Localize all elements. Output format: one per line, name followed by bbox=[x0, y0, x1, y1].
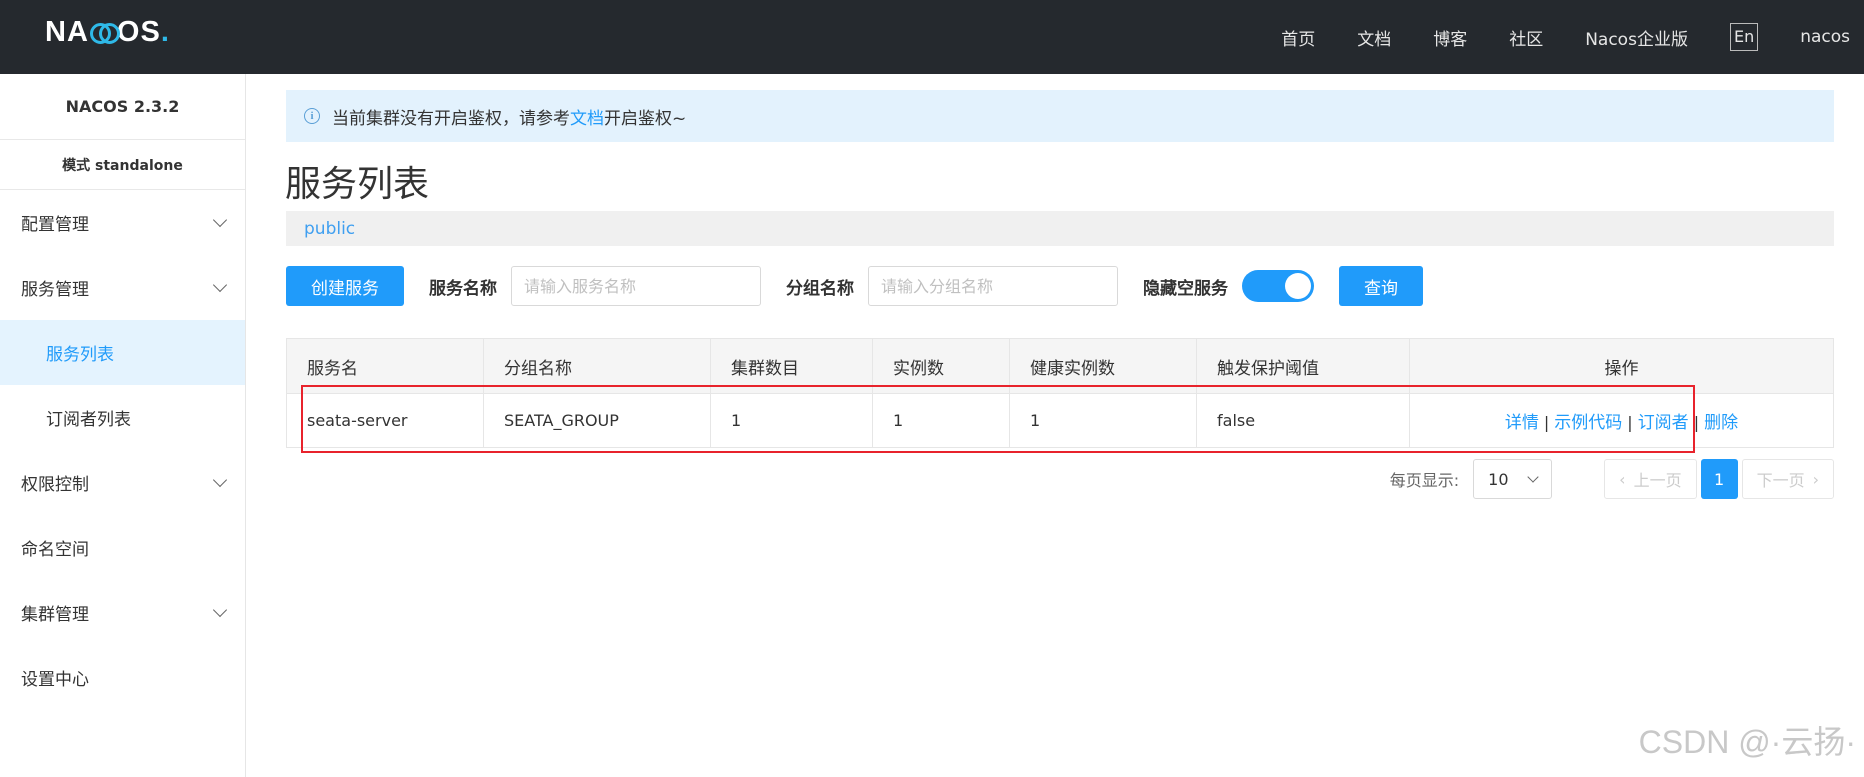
sidebar-item-label: 服务管理 bbox=[21, 280, 89, 300]
chevron-left-icon: ‹ bbox=[1619, 469, 1626, 489]
sidebar-item-cluster[interactable]: 集群管理 bbox=[0, 580, 245, 645]
watermark: CSDN @·云扬· bbox=[1638, 724, 1856, 760]
nav-community[interactable]: 社区 bbox=[1509, 25, 1543, 50]
sidebar-item-label: 配置管理 bbox=[21, 215, 89, 235]
user-menu[interactable]: nacos bbox=[1800, 27, 1850, 47]
sidebar-item-label: 服务列表 bbox=[46, 345, 114, 365]
nacos-logo[interactable]: N A OS. bbox=[45, 14, 170, 50]
notice-text: 当前集群没有开启鉴权，请参考 bbox=[332, 108, 570, 129]
chevron-down-icon bbox=[212, 277, 228, 292]
notice-text-end: 开启鉴权~ bbox=[604, 108, 687, 129]
info-icon: i bbox=[304, 108, 320, 124]
sidebar-item-namespace[interactable]: 命名空间 bbox=[0, 515, 245, 580]
create-service-button[interactable]: 创建服务 bbox=[286, 266, 404, 306]
page-size-value: 10 bbox=[1488, 469, 1509, 489]
sidebar-item-label: 集群管理 bbox=[21, 605, 89, 625]
next-page-label: 下一页 bbox=[1756, 471, 1805, 490]
page-size-select[interactable]: 10 bbox=[1473, 459, 1553, 499]
service-name-label: 服务名称 bbox=[429, 278, 497, 299]
sidebar-item-service-management[interactable]: 服务管理 bbox=[0, 255, 245, 320]
chevron-down-icon bbox=[212, 602, 228, 617]
namespace-tab-public[interactable]: public bbox=[304, 219, 355, 239]
next-page-button[interactable]: 下一页 › bbox=[1741, 459, 1834, 499]
chevron-right-icon: › bbox=[1812, 469, 1819, 489]
namespace-bar: public bbox=[286, 211, 1834, 246]
sidebar-item-config[interactable]: 配置管理 bbox=[0, 190, 245, 255]
query-button[interactable]: 查询 bbox=[1339, 266, 1423, 306]
mode-label: 模式 standalone bbox=[0, 140, 245, 190]
sidebar: NACOS 2.3.2 模式 standalone 配置管理 服务管理 服务列表… bbox=[0, 74, 246, 777]
nav-blog[interactable]: 博客 bbox=[1433, 25, 1467, 50]
notice-docs-link[interactable]: 文档 bbox=[570, 104, 604, 129]
top-navbar: N A OS. 首页 文档 博客 社区 Nacos企业版 En nacos bbox=[0, 0, 1864, 74]
sidebar-item-label: 命名空间 bbox=[21, 540, 89, 560]
hide-empty-label: 隐藏空服务 bbox=[1143, 278, 1228, 299]
version-label: NACOS 2.3.2 bbox=[0, 74, 245, 140]
language-switch[interactable]: En bbox=[1729, 23, 1759, 51]
sidebar-item-label: 订阅者列表 bbox=[46, 410, 131, 430]
page-number-current[interactable]: 1 bbox=[1700, 459, 1738, 499]
top-nav: 首页 文档 博客 社区 Nacos企业版 En nacos bbox=[1281, 0, 1864, 74]
group-name-input[interactable] bbox=[868, 266, 1118, 306]
delete-link[interactable]: 删除 bbox=[1704, 413, 1738, 433]
prev-page-button[interactable]: ‹ 上一页 bbox=[1604, 459, 1697, 499]
sidebar-item-label: 权限控制 bbox=[21, 475, 89, 495]
nav-home[interactable]: 首页 bbox=[1281, 25, 1315, 50]
nav-docs[interactable]: 文档 bbox=[1357, 25, 1391, 50]
page-title: 服务列表 bbox=[285, 164, 430, 205]
service-name-input[interactable] bbox=[511, 266, 761, 306]
search-toolbar: 创建服务 服务名称 分组名称 隐藏空服务 查询 bbox=[286, 266, 1423, 306]
sidebar-item-service-list[interactable]: 服务列表 bbox=[0, 320, 245, 385]
auth-notice: i 当前集群没有开启鉴权，请参考 文档 开启鉴权~ bbox=[286, 90, 1834, 142]
prev-page-label: 上一页 bbox=[1633, 471, 1682, 490]
group-name-label: 分组名称 bbox=[786, 278, 854, 299]
highlight-box bbox=[301, 385, 1695, 453]
sidebar-item-settings[interactable]: 设置中心 bbox=[0, 645, 245, 710]
hide-empty-toggle[interactable] bbox=[1242, 270, 1314, 302]
chevron-down-icon bbox=[212, 472, 228, 487]
nav-enterprise[interactable]: Nacos企业版 bbox=[1585, 25, 1688, 50]
sidebar-item-subscriber-list[interactable]: 订阅者列表 bbox=[0, 385, 245, 450]
sidebar-item-access-control[interactable]: 权限控制 bbox=[0, 450, 245, 515]
sidebar-item-label: 设置中心 bbox=[21, 670, 89, 690]
chevron-down-icon bbox=[1527, 470, 1539, 483]
page-size-label: 每页显示: bbox=[1389, 471, 1460, 490]
chevron-down-icon bbox=[212, 212, 228, 227]
toggle-knob bbox=[1285, 273, 1311, 299]
pagination: 每页显示: 10 ‹ 上一页 1 下一页 › bbox=[1390, 459, 1834, 499]
